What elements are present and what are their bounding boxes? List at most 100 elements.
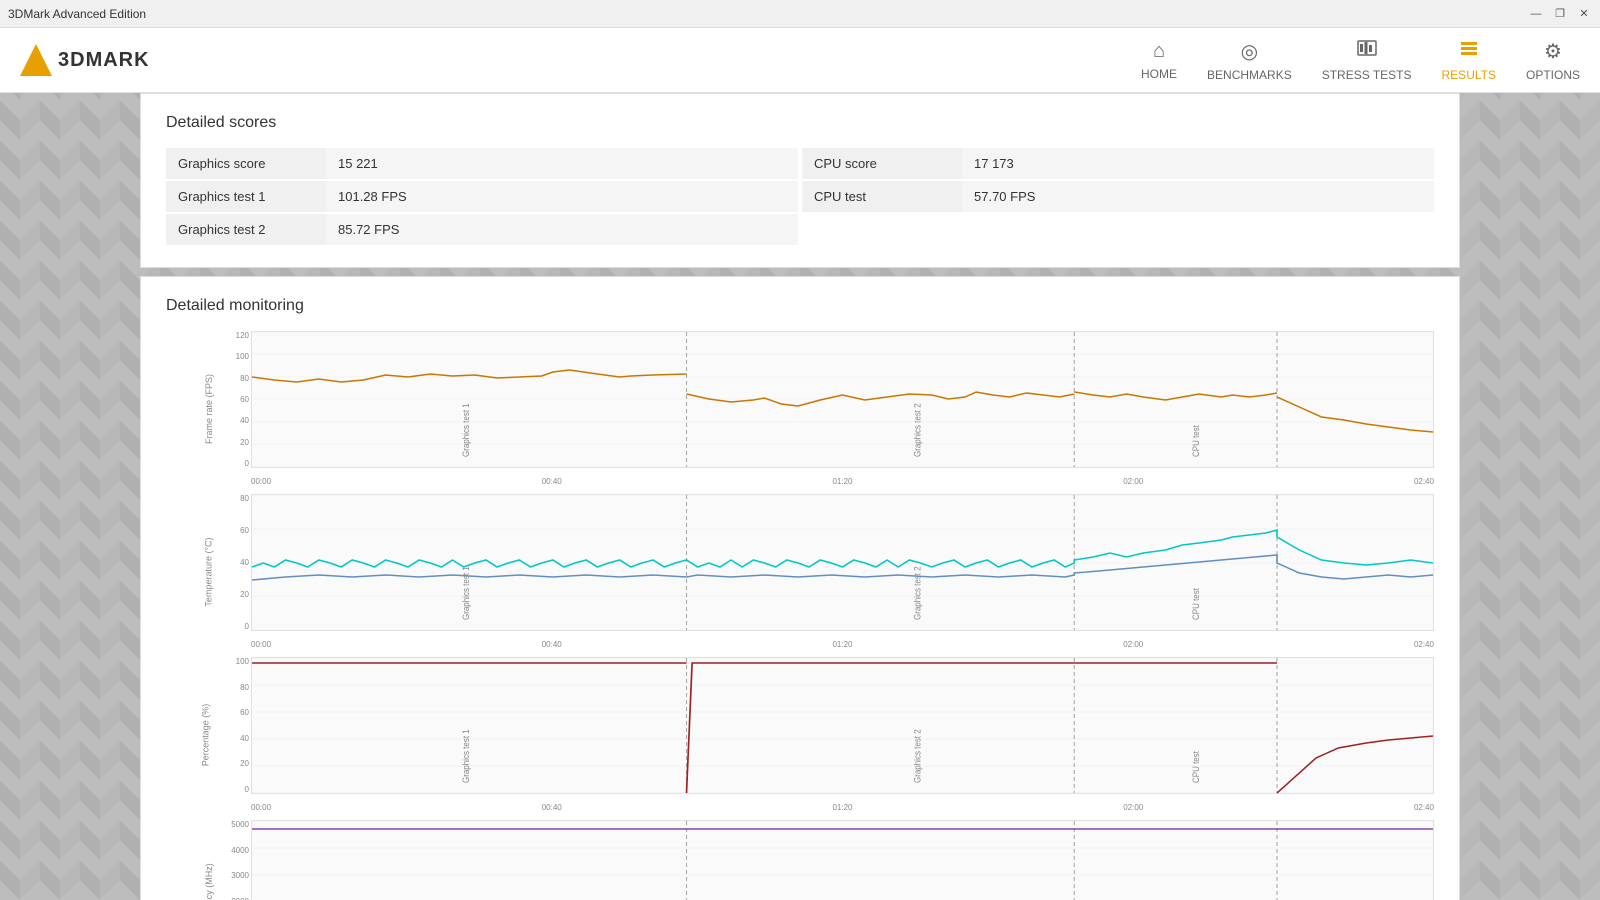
graphics-score-label: Graphics score — [166, 148, 326, 179]
y-tick: 0 — [245, 785, 249, 794]
frequency-svg-area — [251, 820, 1434, 900]
x-tick: 02:40 — [1414, 640, 1434, 649]
stress-tests-icon — [1357, 38, 1377, 64]
framerate-svg: Graphics test 1 Graphics test 2 CPU test — [252, 332, 1433, 467]
x-tick: 00:00 — [251, 477, 271, 486]
main-content: Detailed scores Graphics score 15 221 Gr… — [140, 93, 1460, 900]
titlebar: 3DMark Advanced Edition — ❐ ✕ — [0, 0, 1600, 28]
scores-panel-title: Detailed scores — [166, 114, 1434, 132]
x-tick: 02:40 — [1414, 803, 1434, 812]
nav-stress-tests[interactable]: STRESS TESTS — [1322, 38, 1412, 82]
x-tick: 02:00 — [1123, 640, 1143, 649]
x-tick: 02:40 — [1414, 477, 1434, 486]
framerate-y-label: Frame rate (FPS) — [204, 373, 214, 443]
nav-home[interactable]: ⌂ HOME — [1141, 40, 1177, 81]
nav-benchmarks-label: BENCHMARKS — [1207, 68, 1292, 82]
temperature-y-label: Temperature (°C) — [204, 537, 214, 606]
percentage-svg-area: Graphics test 1 Graphics test 2 CPU test — [251, 657, 1434, 794]
frequency-y-label: Frequency (MHz) — [204, 863, 214, 900]
temperature-x-axis: 00:00 00:40 01:20 02:00 02:40 — [251, 640, 1434, 649]
score-row-gt1: Graphics test 1 101.28 FPS — [166, 181, 798, 212]
temperature-chart: 80 60 40 20 0 — [221, 494, 1434, 649]
y-tick: 5000 — [231, 820, 249, 829]
svg-text:Graphics test 1: Graphics test 1 — [461, 403, 472, 457]
y-tick: 0 — [245, 622, 249, 631]
nav-home-label: HOME — [1141, 67, 1177, 81]
x-tick: 02:00 — [1123, 803, 1143, 812]
scores-panel: Detailed scores Graphics score 15 221 Gr… — [140, 93, 1460, 268]
svg-text:Graphics test 1: Graphics test 1 — [461, 566, 472, 620]
svg-text:CPU test: CPU test — [1191, 424, 1202, 457]
scores-grid: Graphics score 15 221 Graphics test 1 10… — [166, 148, 1434, 247]
percentage-chart-container: Percentage (%) 100 80 60 40 20 0 — [166, 657, 1434, 812]
y-tick: 80 — [240, 683, 249, 692]
gt1-label: Graphics test 1 — [166, 181, 326, 212]
logo: 3DMARK — [20, 44, 150, 76]
frequency-svg — [252, 821, 1433, 900]
svg-text:CPU test: CPU test — [1191, 587, 1202, 620]
x-tick: 00:40 — [542, 640, 562, 649]
framerate-chart: 120 100 80 60 40 20 0 — [221, 331, 1434, 486]
nav-options[interactable]: ⚙ OPTIONS — [1526, 39, 1580, 82]
percentage-y-label: Percentage (%) — [200, 703, 210, 766]
score-row-graphics: Graphics score 15 221 — [166, 148, 798, 179]
graphics-score-value: 15 221 — [326, 148, 798, 179]
y-tick: 120 — [236, 331, 249, 340]
frequency-y-ticks: 5000 4000 3000 2000 1000 0 — [221, 820, 249, 900]
y-tick: 20 — [240, 438, 249, 447]
cpu-test-value: 57.70 FPS — [962, 181, 1434, 212]
nav-items: ⌂ HOME ◎ BENCHMARKS STRESS TESTS RESULTS… — [1141, 38, 1580, 82]
y-tick: 100 — [236, 352, 249, 361]
temperature-svg-area: Graphics test 1 Graphics test 2 CPU test — [251, 494, 1434, 631]
y-tick: 60 — [240, 395, 249, 404]
percentage-svg: Graphics test 1 Graphics test 2 CPU test — [252, 658, 1433, 793]
svg-text:CPU test: CPU test — [1191, 750, 1202, 783]
nav-results[interactable]: RESULTS — [1442, 38, 1496, 82]
frequency-chart-container: Frequency (MHz) 5000 4000 3000 2000 1000… — [166, 820, 1434, 900]
x-tick: 01:20 — [832, 477, 852, 486]
temperature-y-ticks: 80 60 40 20 0 — [221, 494, 249, 631]
logo-icon — [20, 44, 52, 76]
x-tick: 01:20 — [832, 803, 852, 812]
score-row-cpu: CPU score 17 173 — [802, 148, 1434, 179]
nav-benchmarks[interactable]: ◎ BENCHMARKS — [1207, 39, 1292, 82]
frequency-chart: 5000 4000 3000 2000 1000 0 — [221, 820, 1434, 900]
x-tick: 00:00 — [251, 640, 271, 649]
y-tick: 80 — [240, 374, 249, 383]
window-controls: — ❐ ✕ — [1528, 6, 1592, 22]
score-row-cpu-test: CPU test 57.70 FPS — [802, 181, 1434, 212]
gt1-value: 101.28 FPS — [326, 181, 798, 212]
framerate-x-axis: 00:00 00:40 01:20 02:00 02:40 — [251, 477, 1434, 486]
restore-button[interactable]: ❐ — [1552, 6, 1568, 22]
options-icon: ⚙ — [1544, 39, 1562, 64]
benchmarks-icon: ◎ — [1241, 39, 1258, 64]
percentage-chart: 100 80 60 40 20 0 — [221, 657, 1434, 812]
framerate-svg-area: Graphics test 1 Graphics test 2 CPU test — [251, 331, 1434, 468]
cpu-score-label: CPU score — [802, 148, 962, 179]
app-title: 3DMark Advanced Edition — [8, 7, 146, 21]
y-tick: 40 — [240, 558, 249, 567]
monitoring-panel-title: Detailed monitoring — [166, 297, 1434, 315]
y-tick: 60 — [240, 526, 249, 535]
logo-text: 3DMARK — [58, 49, 150, 72]
home-icon: ⌂ — [1153, 40, 1165, 63]
monitoring-panel: Detailed monitoring Frame rate (FPS) 120… — [140, 276, 1460, 900]
cpu-score-value: 17 173 — [962, 148, 1434, 179]
y-tick: 20 — [240, 590, 249, 599]
results-icon — [1459, 38, 1479, 64]
x-tick: 00:40 — [542, 803, 562, 812]
svg-text:Graphics test 1: Graphics test 1 — [461, 729, 472, 783]
y-tick: 100 — [236, 657, 249, 666]
svg-text:Graphics test 2: Graphics test 2 — [912, 729, 923, 783]
framerate-y-ticks: 120 100 80 60 40 20 0 — [221, 331, 249, 468]
temperature-chart-container: Temperature (°C) 80 60 40 20 0 — [166, 494, 1434, 649]
y-tick: 40 — [240, 734, 249, 743]
x-tick: 02:00 — [1123, 477, 1143, 486]
y-tick: 4000 — [231, 846, 249, 855]
y-tick: 80 — [240, 494, 249, 503]
minimize-button[interactable]: — — [1528, 6, 1544, 22]
x-tick: 01:20 — [832, 640, 852, 649]
close-button[interactable]: ✕ — [1576, 6, 1592, 22]
x-tick: 00:40 — [542, 477, 562, 486]
nav-stress-tests-label: STRESS TESTS — [1322, 68, 1412, 82]
